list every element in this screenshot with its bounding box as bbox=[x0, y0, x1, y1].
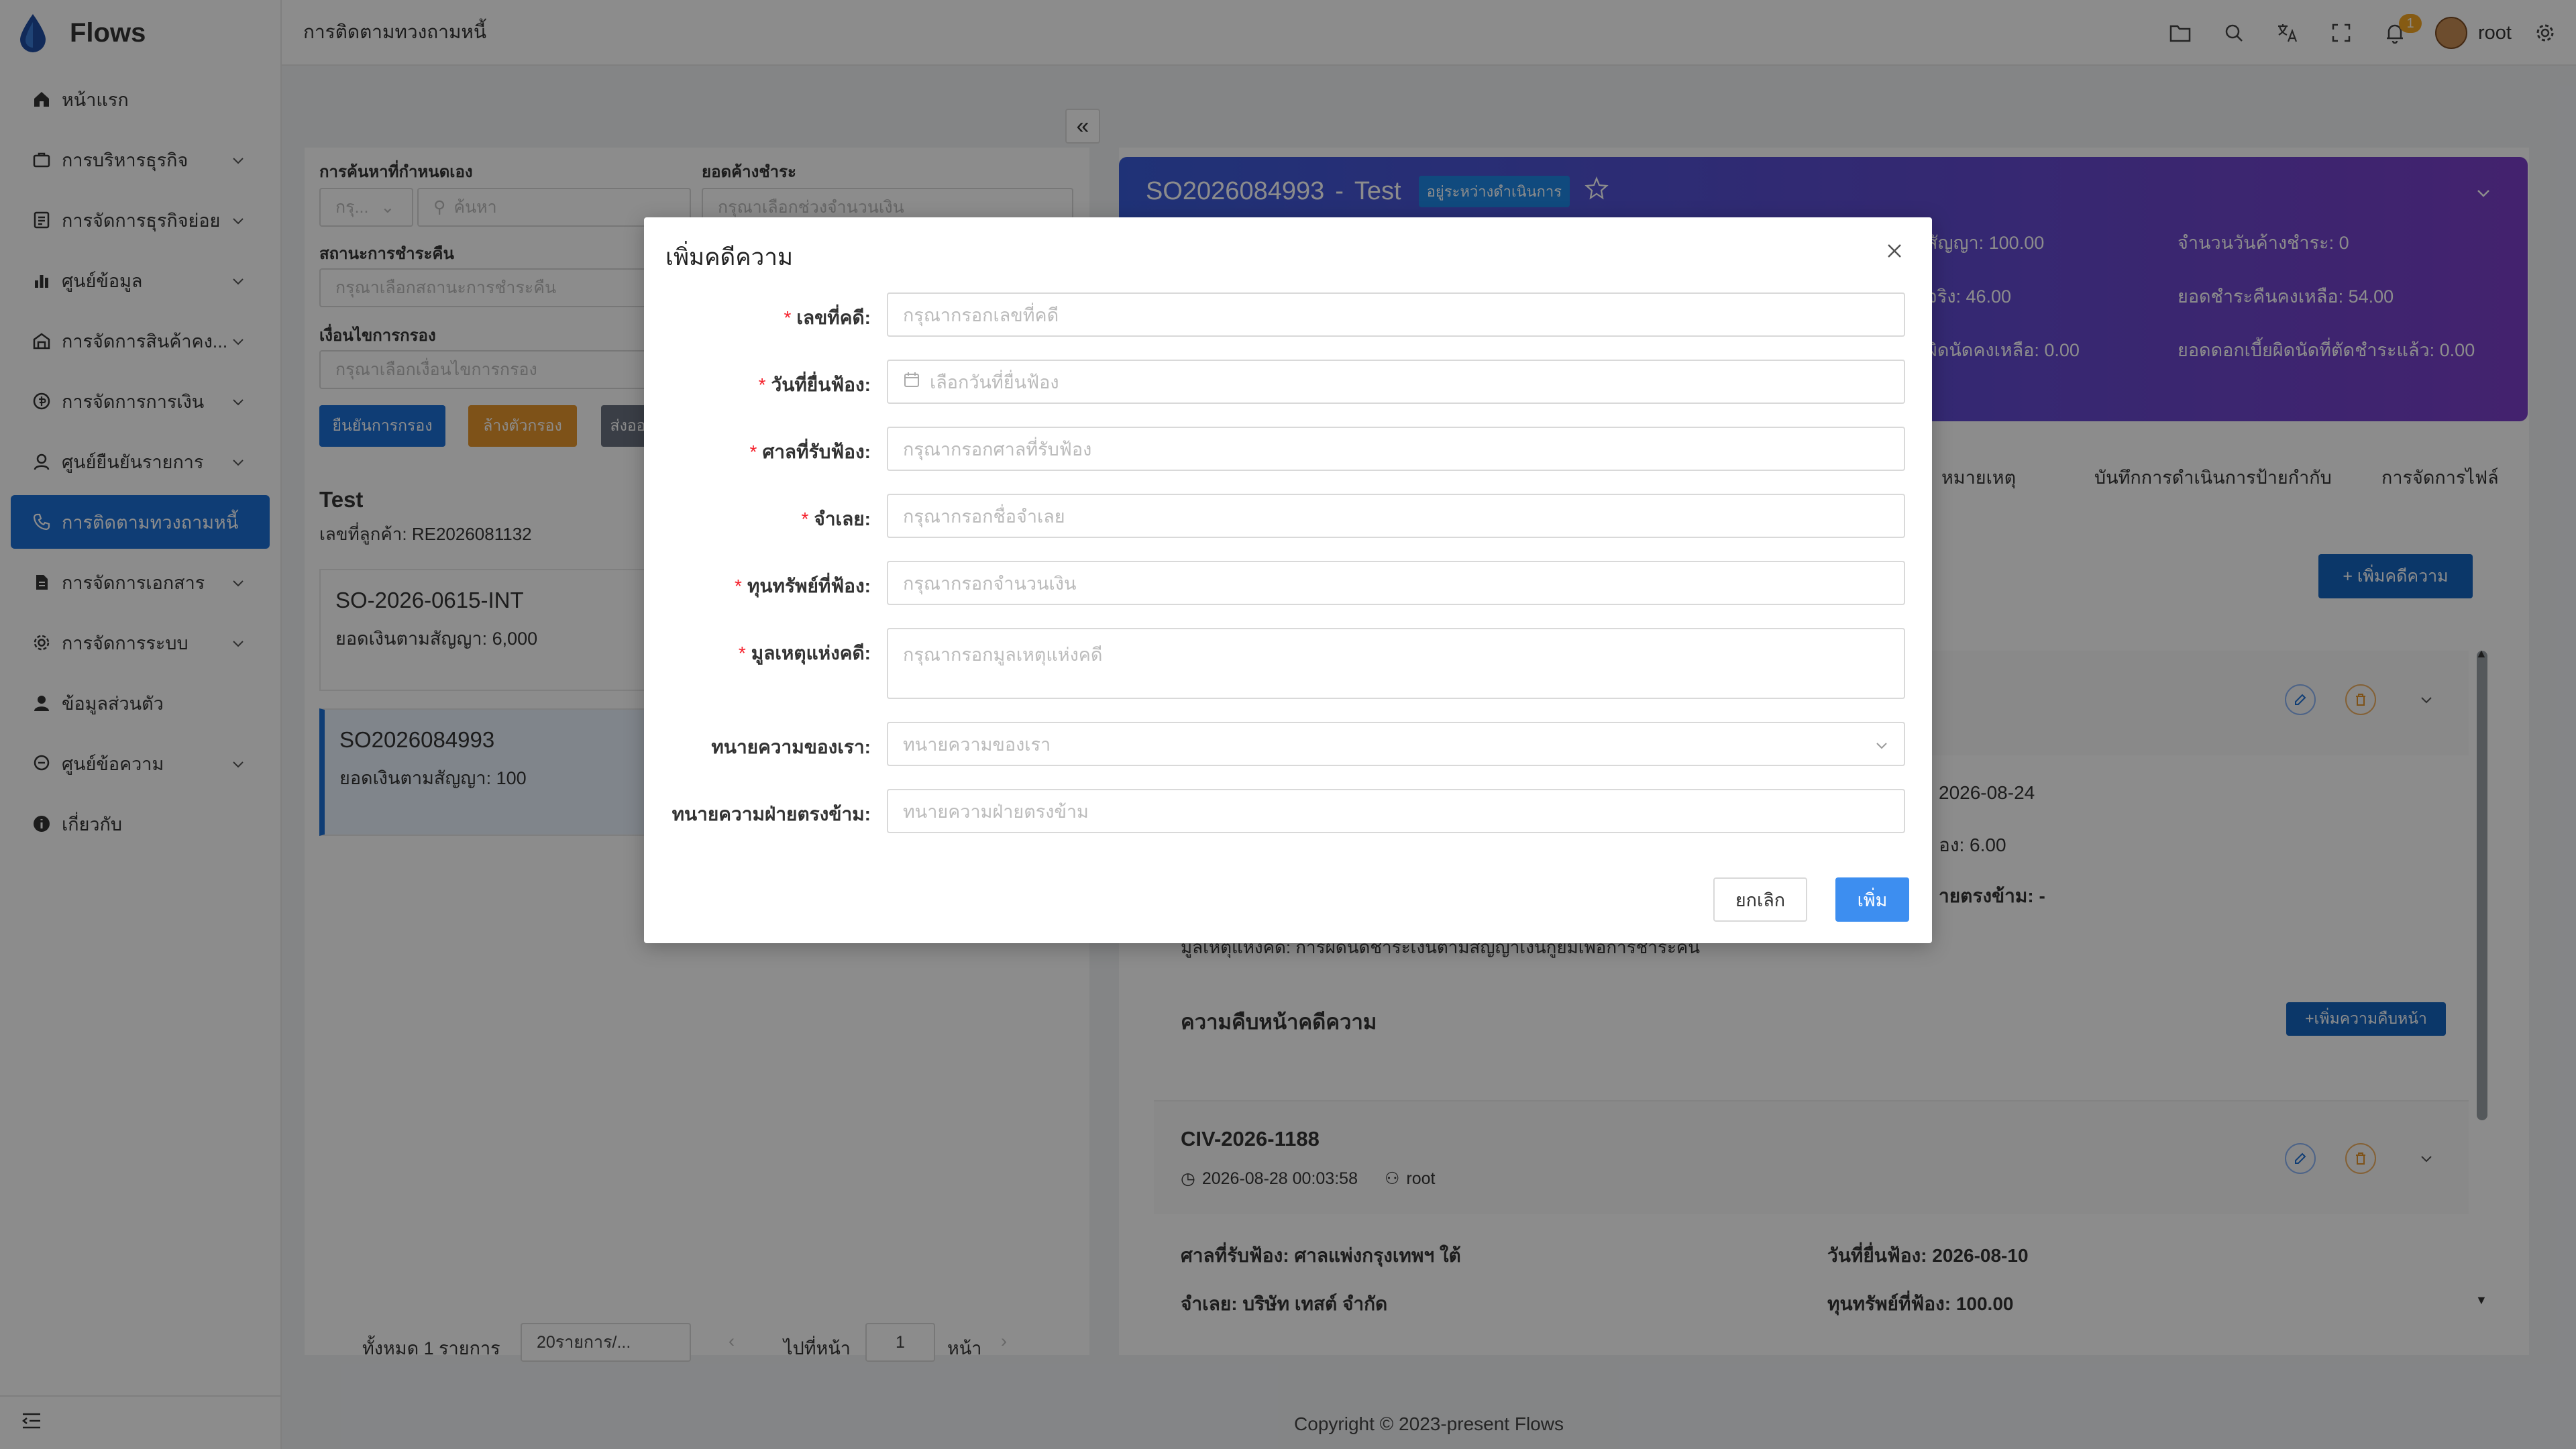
court-label: * ศาลที่รับฟ้อง: bbox=[750, 437, 871, 467]
input-placeholder: กรุณากรอกชื่อจำเลย bbox=[903, 506, 1065, 527]
label-text: ทนายความฝ่ายตรงข้าม: bbox=[672, 804, 871, 824]
label-text: มูลเหตุแห่งคดี: bbox=[751, 643, 871, 663]
input-placeholder: เลือกวันที่ยื่นฟ้อง bbox=[930, 372, 1059, 392]
claim-amount-input[interactable]: กรุณากรอกจำนวนเงิน bbox=[887, 561, 1905, 605]
required-mark: * bbox=[801, 508, 809, 529]
opposing-lawyer-label: ทนายความฝ่ายตรงข้าม: bbox=[672, 800, 871, 829]
label-text: ทนายความของเรา: bbox=[711, 737, 871, 757]
filing-date-label: * วันที่ยื่นฟ้อง: bbox=[759, 370, 871, 400]
label-text: เลขที่คดี: bbox=[796, 307, 871, 328]
defendant-input[interactable]: กรุณากรอกชื่อจำเลย bbox=[887, 494, 1905, 538]
case-cause-label: * มูลเหตุแห่งคดี: bbox=[739, 639, 871, 668]
add-case-modal: เพิ่มคดีความ * เลขที่คดี: กรุณากรอกเลขที่… bbox=[644, 217, 1932, 943]
required-mark: * bbox=[749, 441, 757, 462]
input-placeholder: กรุณากรอกจำนวนเงิน bbox=[903, 573, 1077, 594]
label-text: ทุนทรัพย์ที่ฟ้อง: bbox=[747, 576, 871, 596]
case-number-input[interactable]: กรุณากรอกเลขที่คดี bbox=[887, 292, 1905, 337]
required-mark: * bbox=[735, 576, 742, 596]
defendant-label: * จำเลย: bbox=[802, 504, 871, 534]
input-placeholder: กรุณากรอกมูลเหตุแห่งคดี bbox=[903, 645, 1103, 665]
submit-button[interactable]: เพิ่ม bbox=[1835, 877, 1909, 922]
our-lawyer-label: ทนายความของเรา: bbox=[711, 733, 871, 762]
chevron-down-icon bbox=[1874, 737, 1889, 757]
court-input[interactable]: กรุณากรอกศาลที่รับฟ้อง bbox=[887, 427, 1905, 471]
case-number-label: * เลขที่คดี: bbox=[784, 303, 871, 333]
input-placeholder: ทนายความฝ่ายตรงข้าม bbox=[903, 801, 1089, 822]
required-mark: * bbox=[758, 374, 766, 395]
case-cause-textarea[interactable]: กรุณากรอกมูลเหตุแห่งคดี bbox=[887, 628, 1905, 699]
required-mark: * bbox=[738, 643, 746, 663]
modal-title: เพิ่มคดีความ bbox=[665, 244, 794, 270]
label-text: ศาลที่รับฟ้อง: bbox=[762, 441, 871, 462]
our-lawyer-select[interactable]: ทนายความของเรา bbox=[887, 722, 1905, 766]
opposing-lawyer-input[interactable]: ทนายความฝ่ายตรงข้าม bbox=[887, 789, 1905, 833]
claim-amount-label: * ทุนทรัพย์ที่ฟ้อง: bbox=[735, 572, 871, 601]
label-text: จำเลย: bbox=[814, 508, 871, 529]
label-text: วันที่ยื่นฟ้อง: bbox=[771, 374, 871, 395]
required-mark: * bbox=[784, 307, 792, 328]
filing-date-picker[interactable]: เลือกวันที่ยื่นฟ้อง bbox=[887, 360, 1905, 404]
input-placeholder: ทนายความของเรา bbox=[903, 734, 1051, 755]
close-icon[interactable] bbox=[1881, 237, 1908, 264]
input-placeholder: กรุณากรอกศาลที่รับฟ้อง bbox=[903, 439, 1092, 460]
input-placeholder: กรุณากรอกเลขที่คดี bbox=[903, 305, 1059, 325]
calendar-icon bbox=[903, 371, 920, 393]
cancel-button[interactable]: ยกเลิก bbox=[1713, 877, 1807, 922]
